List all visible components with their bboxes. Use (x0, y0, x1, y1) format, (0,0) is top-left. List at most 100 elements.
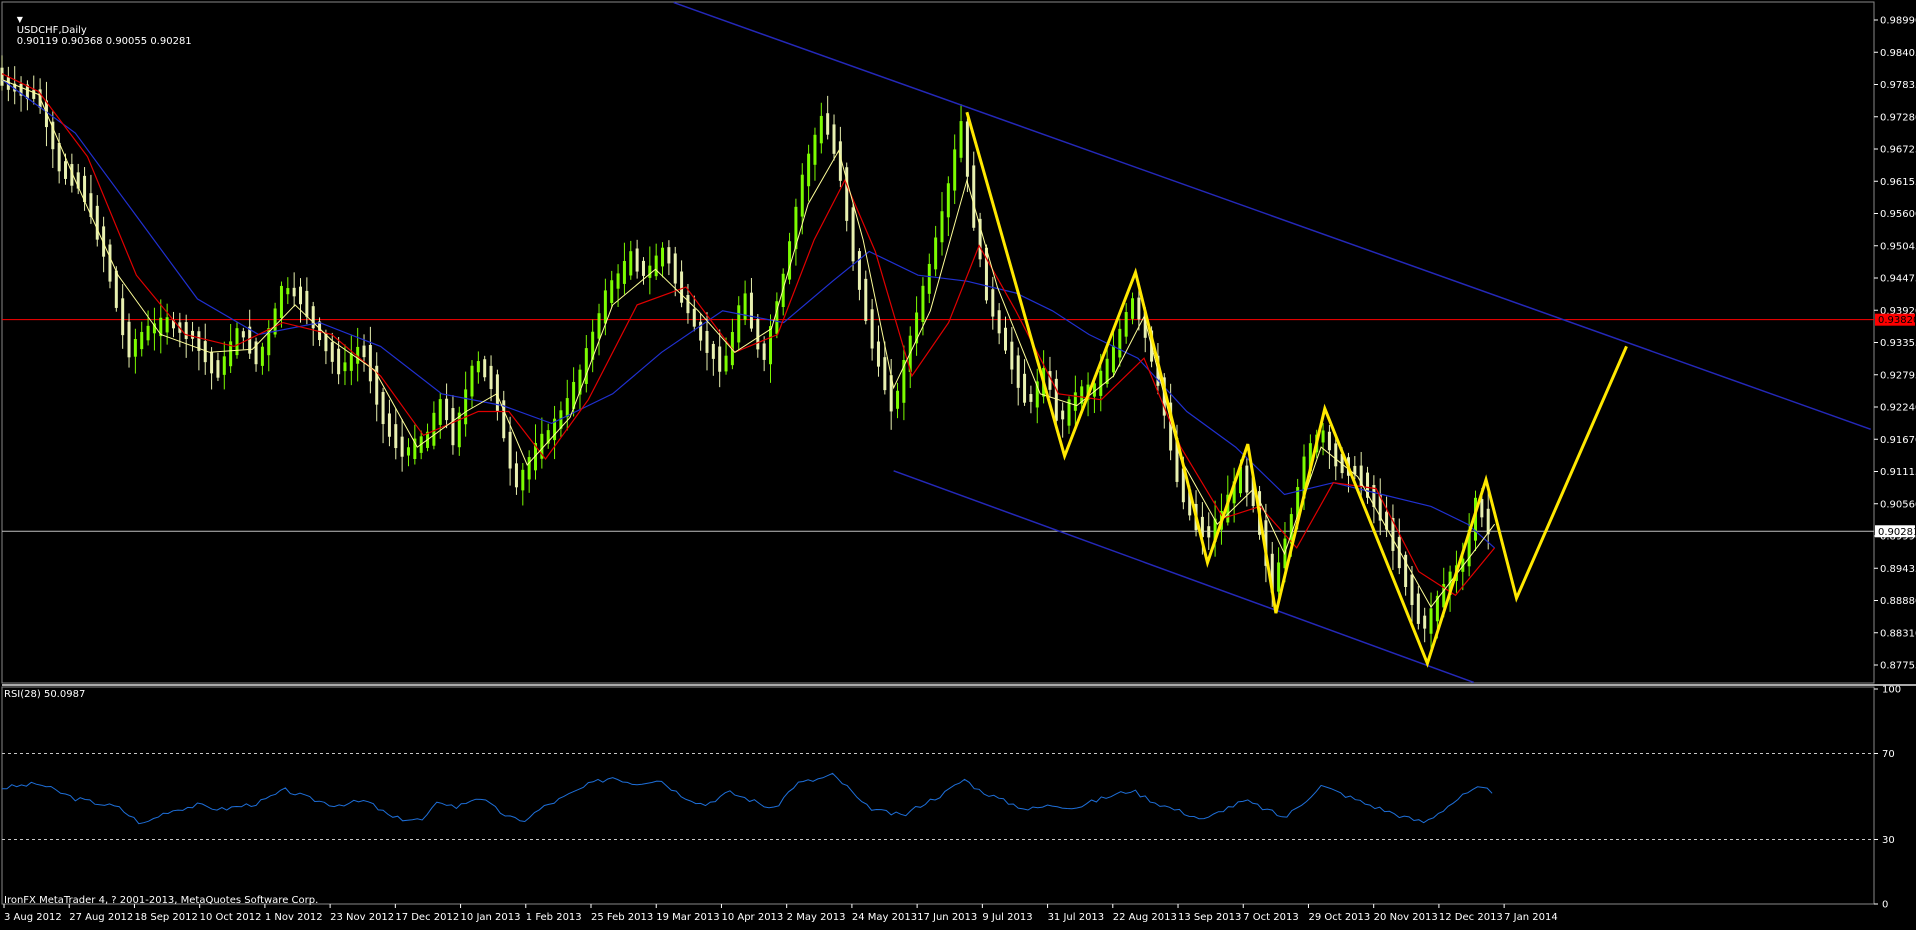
candle-body (235, 328, 239, 356)
candle-body (1004, 327, 1008, 351)
candle-body (680, 271, 684, 303)
candle-body (400, 436, 404, 457)
y-tick-label: 0.95600 (1880, 209, 1916, 220)
y-tick-label: 0.96725 (1880, 145, 1916, 156)
candle-body (241, 331, 245, 338)
candle-body (127, 321, 131, 358)
candle-body (857, 251, 861, 290)
ma-slow-line (1, 79, 1495, 549)
candle-body (927, 263, 931, 294)
candle-body (565, 398, 569, 418)
candle-body (876, 341, 880, 367)
candle-body (1480, 499, 1484, 518)
candle-body (445, 398, 449, 421)
candle-body (279, 285, 283, 318)
rsi-y-tick-label: 100 (1882, 685, 1901, 696)
candle-body (921, 285, 925, 322)
candle-body (896, 390, 900, 409)
y-tick-label: 0.97835 (1880, 80, 1916, 91)
candle-body (521, 469, 525, 491)
x-tick-label: 7 Oct 2013 (1243, 912, 1298, 923)
candle-body (146, 325, 150, 341)
candle-body (362, 345, 366, 358)
candle-body (622, 261, 626, 284)
x-tick-label: 10 Oct 2012 (200, 912, 262, 923)
candle-body (330, 342, 334, 362)
candle-body (692, 308, 696, 327)
x-tick-label: 22 Aug 2013 (1113, 912, 1177, 923)
candle-body (762, 343, 766, 360)
trading-chart[interactable]: 0.98990 0.98405 0.97835 0.97280 0.96725 0.961… (0, 0, 1916, 926)
x-tick-label: 13 Sep 2013 (1178, 912, 1241, 923)
candle-body (946, 183, 950, 218)
candle-body (654, 255, 658, 277)
candle-body (705, 330, 709, 353)
candle-body (940, 211, 944, 243)
resistance-price-label: 0.93820 (1878, 315, 1916, 326)
candle-body (222, 356, 226, 375)
x-tick-label: 27 Aug 2012 (69, 912, 133, 923)
candle-body (508, 431, 512, 469)
candle-body (451, 408, 455, 446)
y-tick-label: 0.94475 (1880, 274, 1916, 285)
y-tick-label: 0.91670 (1880, 435, 1916, 446)
candle-body (527, 457, 531, 480)
candle-body (1118, 328, 1122, 358)
y-tick-label: 0.98405 (1880, 48, 1916, 59)
candle-body (959, 121, 963, 158)
candle-body (686, 295, 690, 314)
x-tick-label: 1 Feb 2013 (526, 912, 582, 923)
candle-body (1073, 392, 1077, 411)
x-tick-label: 1 Nov 2012 (265, 912, 323, 923)
candle-body (965, 121, 969, 177)
candle-body (629, 251, 633, 276)
candle-body (1429, 608, 1433, 634)
candle-body (616, 273, 620, 289)
candle-body (1023, 373, 1027, 403)
x-tick-label: 10 Jan 2013 (461, 912, 521, 923)
candle-body (406, 447, 410, 456)
candle-body (711, 343, 715, 359)
candle-body (464, 389, 468, 425)
ohlc-values: 0.90119 0.90368 0.90055 0.90281 (16, 36, 192, 47)
x-tick-label: 10 Apr 2013 (721, 912, 783, 923)
candle-body (749, 292, 753, 329)
x-tick-label: 20 Nov 2013 (1374, 912, 1438, 923)
candle-body (286, 288, 290, 295)
candle-body (438, 399, 442, 425)
candle-body (769, 326, 773, 365)
candle-body (800, 174, 804, 217)
candle-body (381, 392, 385, 425)
candle-body (972, 165, 976, 228)
candle-body (953, 149, 957, 191)
y-tick-label: 0.87755 (1880, 661, 1916, 672)
candle-body (737, 305, 741, 343)
ma-medium-line (1, 73, 1496, 597)
y-tick-label: 0.92240 (1880, 403, 1916, 414)
candle-body (133, 339, 137, 357)
candle-body (667, 247, 671, 264)
chart-canvas[interactable]: 0.98990 0.98405 0.97835 0.97280 0.96725 0.961… (0, 0, 1916, 926)
x-tick-label: 7 Jan 2014 (1504, 912, 1558, 923)
candle-body (648, 265, 652, 278)
candle-body (121, 298, 125, 336)
candle-body (337, 348, 341, 375)
candle-body (1061, 410, 1065, 420)
chevron-down-icon[interactable]: ▼ (17, 15, 23, 24)
candle-body (57, 142, 61, 172)
candle-body (1245, 465, 1249, 493)
candle-body (299, 286, 303, 305)
candle-body (210, 352, 214, 374)
candle-body (934, 237, 938, 270)
candle-body (495, 374, 499, 411)
pattern-zigzag-line (965, 111, 1628, 668)
candle-body (1410, 574, 1414, 605)
candle-body (216, 360, 220, 378)
candle-body (514, 463, 518, 488)
candle-body (641, 260, 645, 276)
candle-body (788, 241, 792, 280)
candle-body (819, 115, 823, 144)
x-tick-label: 24 May 2013 (852, 912, 917, 923)
rsi-y-tick-label: 30 (1882, 835, 1895, 846)
x-tick-label: 23 Nov 2012 (330, 912, 394, 923)
